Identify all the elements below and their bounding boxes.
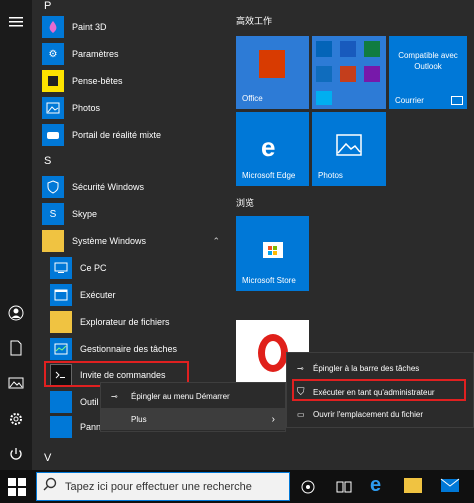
tile-label: Photos — [318, 171, 343, 180]
chevron-up-icon[interactable]: ⌃ — [212, 236, 220, 247]
pin-icon: ⊸ — [111, 391, 118, 401]
app-label: Portail de réalité mixte — [72, 130, 162, 140]
shield-icon — [42, 176, 64, 198]
highlight-box — [292, 379, 466, 401]
app-label: Ce PC — [80, 263, 107, 273]
section-letter-v[interactable]: V — [44, 452, 51, 464]
folder-icon — [42, 230, 64, 252]
app-label: Skype — [72, 209, 98, 219]
task-manager-icon — [50, 338, 72, 360]
app-explorateur-fichiers[interactable]: Explorateur de fichiers — [50, 309, 228, 335]
app-photos[interactable]: Photos — [42, 95, 228, 121]
app-label: Paramètres — [72, 49, 119, 59]
opera-icon — [258, 334, 288, 372]
edge-taskbar-icon[interactable]: e — [370, 474, 381, 497]
app-parametres[interactable]: ⚙ Paramètres — [42, 41, 228, 67]
app-securite-windows[interactable]: Sécurité Windows — [42, 174, 228, 200]
folder-open-icon: ▭ — [297, 409, 305, 419]
tile-microsoft-edge[interactable]: e Microsoft Edge — [236, 112, 309, 186]
section-letter-p[interactable]: P — [44, 0, 51, 12]
control-panel-icon — [50, 416, 72, 438]
app-portail-realite-mixte[interactable]: Portail de réalité mixte — [42, 122, 228, 148]
app-ce-pc[interactable]: Ce PC — [50, 255, 228, 281]
tile-office[interactable]: Office — [236, 36, 309, 109]
app-folder-icons — [316, 41, 380, 105]
app-label: Exécuter — [80, 290, 116, 300]
tile-label: Courrier — [395, 96, 424, 105]
computer-icon — [50, 257, 72, 279]
taskview-windows-icon[interactable] — [336, 479, 352, 500]
menu-label: Épingler à la barre des tâches — [313, 363, 420, 373]
menu-pin-start[interactable]: ⊸ Épingler au menu Démarrer — [101, 385, 285, 407]
tool-icon — [50, 391, 72, 413]
app-paint-3d[interactable]: Paint 3D — [42, 14, 228, 40]
store-bag-icon — [263, 242, 283, 258]
mail-icon — [451, 96, 463, 105]
app-systeme-windows[interactable]: Système Windows ⌃ — [42, 228, 228, 254]
context-menu: ⊸ Épingler au menu Démarrer Plus › — [100, 382, 286, 432]
settings-gear-icon[interactable] — [8, 411, 24, 427]
pin-icon: ⊸ — [297, 363, 304, 373]
user-icon[interactable] — [8, 305, 24, 321]
task-view-icon[interactable] — [300, 479, 316, 500]
menu-pin-taskbar[interactable]: ⊸ Épingler à la barre des tâches — [287, 357, 473, 379]
pictures-icon[interactable] — [8, 375, 24, 391]
run-icon — [50, 284, 72, 306]
photos-icon — [336, 134, 362, 156]
mixed-reality-icon — [42, 124, 64, 146]
app-pense-betes[interactable]: Pense-bêtes — [42, 68, 228, 94]
app-label: Outil — [80, 397, 99, 407]
app-label: Paint 3D — [72, 22, 107, 32]
mail-taskbar-icon[interactable] — [440, 478, 460, 498]
app-label: Explorateur de fichiers — [80, 317, 170, 327]
documents-icon[interactable] — [8, 340, 24, 356]
sticky-note-icon — [42, 70, 64, 92]
skype-icon: S — [42, 203, 64, 225]
menu-more[interactable]: Plus › — [101, 408, 285, 430]
photos-icon — [42, 97, 64, 119]
menu-label: Plus — [131, 414, 147, 424]
office-icon — [259, 50, 285, 78]
power-icon[interactable] — [8, 446, 24, 462]
app-label: Pense-bêtes — [72, 76, 123, 86]
edge-icon: e — [261, 132, 276, 162]
app-executer[interactable]: Exécuter — [50, 282, 228, 308]
tile-photos[interactable]: Photos — [312, 112, 386, 186]
gear-icon: ⚙ — [42, 43, 64, 65]
tile-label: Microsoft Edge — [242, 171, 296, 180]
file-explorer-icon — [50, 311, 72, 333]
search-placeholder: Tapez ici pour effectuer une recherche — [65, 480, 252, 493]
tile-label: Office — [242, 94, 263, 103]
tile-folder-apps[interactable] — [312, 36, 386, 109]
app-label: Pann — [80, 422, 102, 432]
windows-start-icon[interactable] — [8, 478, 26, 501]
app-label: Gestionnaire des tâches — [80, 344, 178, 354]
tile-outlook[interactable]: Compatible avec Outlook Courrier — [389, 36, 467, 109]
app-gestionnaire-taches[interactable]: Gestionnaire des tâches — [50, 336, 228, 362]
menu-label: Ouvrir l'emplacement du fichier — [313, 409, 424, 419]
search-icon — [43, 477, 57, 496]
paint-3d-icon — [42, 16, 64, 38]
section-letter-s[interactable]: S — [44, 155, 51, 167]
outlook-text: Compatible avec Outlook — [398, 51, 458, 71]
menu-label: Épingler au menu Démarrer — [131, 391, 230, 401]
start-rail — [0, 0, 32, 470]
taskbar-search[interactable]: Tapez ici pour effectuer une recherche — [36, 472, 290, 501]
app-label: Système Windows — [72, 236, 147, 246]
hamburger-menu-icon[interactable] — [8, 14, 24, 30]
group-title[interactable]: 高效工作 — [236, 14, 272, 27]
file-explorer-taskbar-icon[interactable] — [404, 478, 422, 493]
chevron-right-icon: › — [271, 413, 275, 425]
tile-microsoft-store[interactable]: Microsoft Store — [236, 216, 309, 291]
taskbar: Tapez ici pour effectuer une recherche e — [0, 470, 474, 503]
app-label: Sécurité Windows — [72, 182, 145, 192]
menu-open-location[interactable]: ▭ Ouvrir l'emplacement du fichier — [287, 403, 473, 425]
app-label: Photos — [72, 103, 101, 113]
group-title[interactable]: 浏览 — [236, 196, 254, 209]
app-skype[interactable]: S Skype — [42, 201, 228, 227]
tile-label: Microsoft Store — [242, 276, 296, 285]
